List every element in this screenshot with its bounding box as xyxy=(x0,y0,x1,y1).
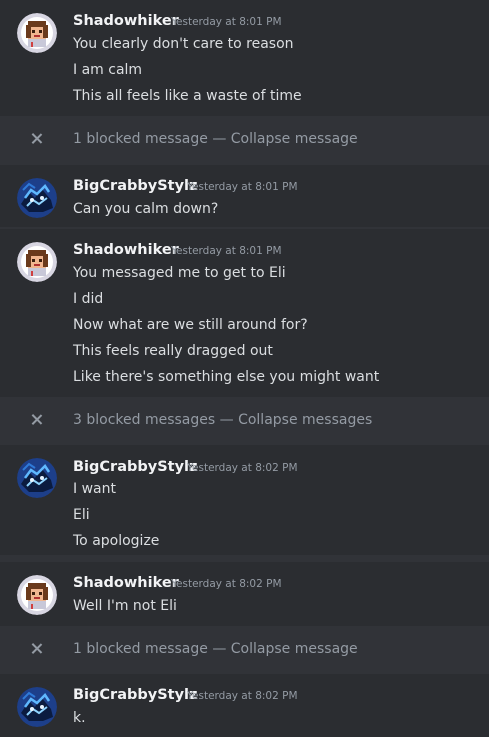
chat-messages: Shadowhiker Yesterday at 8:01 PM You cle… xyxy=(0,0,489,737)
message-text: You messaged me to get to Eli xyxy=(73,265,286,281)
message-author[interactable]: Shadowhiker xyxy=(73,241,179,259)
message-text: I want xyxy=(73,481,116,497)
shadowhiker-avatar[interactable] xyxy=(17,575,57,615)
blocked-messages-notice: 3 blocked messages — Collapse messages xyxy=(0,409,489,435)
message-text: This feels really dragged out xyxy=(73,343,273,359)
message-text: Eli xyxy=(73,507,90,523)
blocked-messages-notice: 1 blocked message — Collapse message xyxy=(0,128,489,154)
message-timestamp: Yesterday at 8:02 PM xyxy=(187,462,298,474)
message-group: Shadowhiker Yesterday at 8:01 PM You mes… xyxy=(0,229,489,397)
message-text: I am calm xyxy=(73,62,143,78)
message-author[interactable]: Shadowhiker xyxy=(73,574,179,592)
blocked-count-label: 3 blocked messages xyxy=(73,412,216,428)
separator: — xyxy=(219,412,234,428)
collapse-messages-link[interactable]: Collapse messages xyxy=(238,412,372,428)
close-icon[interactable] xyxy=(30,132,44,146)
close-icon[interactable] xyxy=(30,413,44,427)
message-text: I did xyxy=(73,291,104,307)
message-author[interactable]: Shadowhiker xyxy=(73,12,179,30)
message-text: Now what are we still around for? xyxy=(73,317,308,333)
message-text: Can you calm down? xyxy=(73,201,219,217)
close-icon[interactable] xyxy=(30,642,44,656)
message-timestamp: Yesterday at 8:01 PM xyxy=(187,181,298,193)
blocked-count-label: 1 blocked message xyxy=(73,131,208,147)
message-group: BigCrabbyStylz Yesterday at 8:02 PM k. xyxy=(0,674,489,737)
blocked-messages-notice: 1 blocked message — Collapse message xyxy=(0,638,489,664)
message-group: BigCrabbyStylz Yesterday at 8:01 PM Can … xyxy=(0,165,489,227)
collapse-messages-link[interactable]: Collapse message xyxy=(231,131,358,147)
message-group: Shadowhiker Yesterday at 8:02 PM Well I'… xyxy=(0,562,489,626)
message-timestamp: Yesterday at 8:01 PM xyxy=(171,16,282,28)
message-text: To apologize xyxy=(73,533,160,549)
blocked-count-label: 1 blocked message xyxy=(73,641,208,657)
message-timestamp: Yesterday at 8:02 PM xyxy=(171,578,282,590)
bigcrabbystylz-avatar[interactable] xyxy=(17,458,57,498)
shadowhiker-avatar[interactable] xyxy=(17,242,57,282)
bigcrabbystylz-avatar[interactable] xyxy=(17,178,57,218)
message-author[interactable]: BigCrabbyStylz xyxy=(73,177,197,195)
message-text: You clearly don't care to reason xyxy=(73,36,294,52)
separator: — xyxy=(212,641,227,657)
message-author[interactable]: BigCrabbyStylz xyxy=(73,458,197,476)
message-group: Shadowhiker Yesterday at 8:01 PM You cle… xyxy=(0,0,489,116)
message-text: This all feels like a waste of time xyxy=(73,88,302,104)
message-timestamp: Yesterday at 8:01 PM xyxy=(171,245,282,257)
collapse-messages-link[interactable]: Collapse message xyxy=(231,641,358,657)
message-author[interactable]: BigCrabbyStylz xyxy=(73,686,197,704)
message-group: BigCrabbyStylz Yesterday at 8:02 PM I wa… xyxy=(0,445,489,555)
message-text: k. xyxy=(73,710,86,726)
separator: — xyxy=(212,131,227,147)
message-timestamp: Yesterday at 8:02 PM xyxy=(187,690,298,702)
message-text: Like there's something else you might wa… xyxy=(73,369,380,385)
message-text: Well I'm not Eli xyxy=(73,598,177,614)
bigcrabbystylz-avatar[interactable] xyxy=(17,687,57,727)
shadowhiker-avatar[interactable] xyxy=(17,13,57,53)
